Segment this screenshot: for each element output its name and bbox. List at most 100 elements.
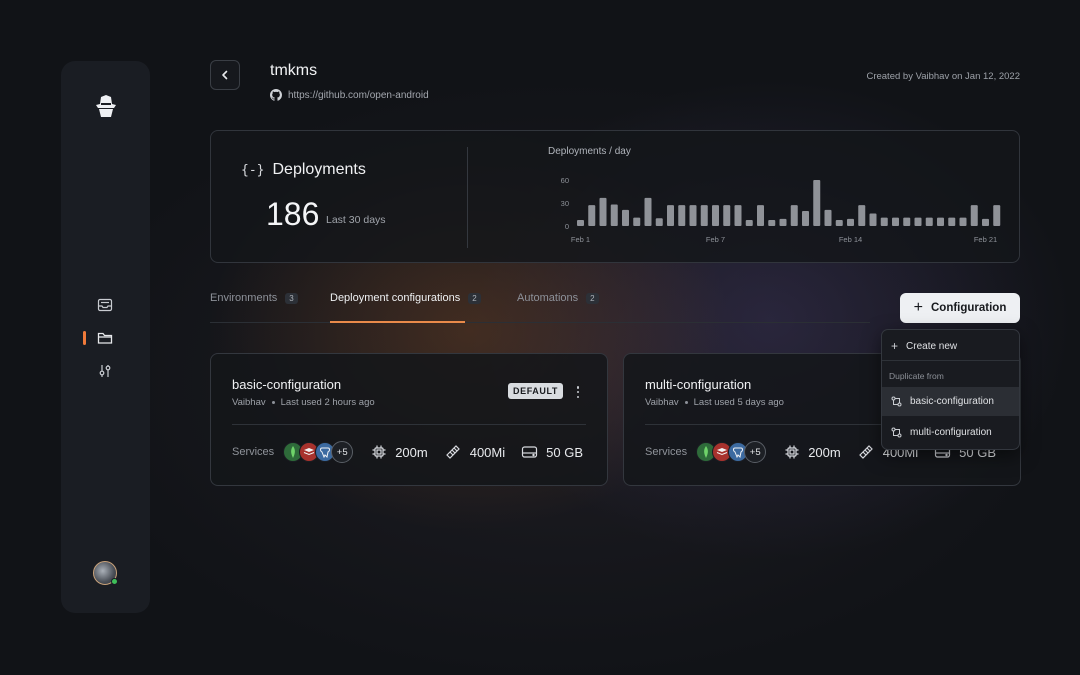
folder-icon[interactable] [95, 328, 115, 348]
github-icon [270, 89, 282, 101]
service-icons[interactable]: +5 [283, 441, 354, 463]
tab-label: Environments [210, 292, 278, 304]
cpu-resource: 200m [371, 444, 428, 460]
chart-bar [847, 218, 854, 226]
chart-bar [779, 218, 787, 226]
x-tick-label: Feb 7 [706, 235, 725, 244]
chart-bar [790, 205, 798, 226]
configuration-card[interactable]: basic-configuration Vaibhav Last used 2 … [210, 353, 608, 486]
chart-bar [993, 205, 1001, 226]
duplicate-icon [891, 427, 902, 438]
duplicate-multi-configuration-option[interactable]: multi-configuration [882, 419, 1019, 446]
chart-bar [813, 179, 821, 226]
more-options-icon[interactable] [571, 384, 585, 400]
tab-environments[interactable]: Environments 3 [210, 292, 298, 304]
chart-bar [914, 217, 922, 226]
active-nav-indicator [83, 331, 86, 345]
chart-bar [655, 218, 663, 226]
default-badge: DEFAULT [508, 383, 564, 399]
create-new-option[interactable]: + Create new [882, 336, 1019, 356]
configuration-owner: Vaibhav [232, 397, 266, 408]
tab-count-badge: 3 [285, 292, 298, 304]
configuration-name: basic-configuration [232, 377, 342, 392]
chart-bar [903, 217, 911, 226]
card-divider [232, 424, 586, 425]
chart-bar [622, 209, 629, 226]
inbox-icon[interactable] [95, 295, 115, 315]
stats-divider [467, 147, 468, 248]
storage-value: 50 GB [546, 444, 583, 460]
chart-bar [700, 205, 708, 226]
create-new-label: Create new [906, 340, 958, 352]
chart-bar [599, 197, 607, 226]
storage-resource: 50 GB [521, 444, 583, 460]
tab-automations[interactable]: Automations 2 [517, 292, 599, 304]
cpu-icon [785, 445, 799, 459]
chart-bar [678, 205, 686, 226]
configuration-last-used: Last used 2 hours ago [280, 397, 375, 408]
sliders-icon[interactable] [95, 361, 115, 381]
storage-icon [522, 446, 538, 458]
add-configuration-button[interactable]: + Configuration [900, 293, 1020, 323]
option-label: basic-configuration [910, 396, 994, 407]
more-services-count: +5 [331, 441, 354, 463]
duplicate-from-heading: Duplicate from [889, 371, 944, 381]
chart-bar [577, 220, 584, 226]
chart-title: Deployments / day [548, 146, 631, 157]
tab-deployment-configurations[interactable]: Deployment configurations 2 [330, 292, 481, 304]
service-icons[interactable]: +5 [696, 441, 767, 463]
chart-bar [689, 205, 697, 226]
duplicate-basic-configuration-option[interactable]: basic-configuration [882, 387, 1019, 416]
tab-count-badge: 2 [468, 292, 481, 304]
y-tick-label: 30 [561, 199, 569, 208]
chart-bar [734, 205, 742, 226]
memory-icon [445, 445, 460, 459]
repo-link[interactable]: https://github.com/open-android [270, 89, 429, 101]
configuration-dropdown: + Create new Duplicate from basic-config… [881, 329, 1020, 450]
y-tick-label: 0 [565, 222, 569, 231]
chart-bar [925, 217, 933, 226]
chevron-left-icon [222, 70, 228, 80]
separator-dot [684, 401, 688, 404]
chart-bar [633, 217, 641, 226]
deployments-period: Last 30 days [326, 214, 386, 226]
option-label: multi-configuration [910, 427, 992, 438]
hat-logo-icon[interactable] [93, 93, 119, 119]
cpu-icon [372, 445, 386, 459]
deployments-icon: {-} [241, 162, 265, 178]
configuration-owner: Vaibhav [645, 397, 679, 408]
plus-icon: + [891, 339, 899, 353]
chart-bar [982, 218, 989, 226]
cpu-value: 200m [808, 444, 841, 460]
avatar[interactable] [93, 561, 118, 585]
back-button[interactable] [210, 60, 240, 90]
created-info: Created by Vaibhav on Jan 12, 2022 [866, 71, 1020, 82]
page-title: tmkms [270, 62, 318, 79]
repo-url[interactable]: https://github.com/open-android [288, 90, 429, 101]
memory-icon [858, 445, 873, 459]
tab-count-badge: 2 [586, 292, 599, 304]
chart-bar [970, 205, 978, 226]
configuration-name: multi-configuration [645, 377, 752, 392]
tab-bar: Environments 3 Deployment configurations… [210, 280, 870, 323]
chart-bar [959, 217, 967, 226]
chart-bar [937, 217, 944, 226]
more-services-count: +5 [744, 441, 767, 463]
plus-icon: + [913, 299, 923, 316]
chart-bar [768, 220, 776, 226]
chart-bar [588, 205, 596, 226]
chart-bar [880, 217, 888, 226]
chart-bar [610, 204, 618, 226]
cpu-value: 200m [395, 444, 428, 460]
chart-bar [869, 213, 877, 226]
sidebar [61, 61, 150, 613]
chart-bar [948, 217, 956, 226]
chart-bar [892, 217, 899, 226]
x-tick-label: Feb 21 [974, 235, 997, 244]
chart-bar [644, 197, 652, 226]
duplicate-icon [891, 396, 902, 407]
separator-dot [271, 401, 275, 404]
chart-bar [667, 205, 674, 226]
deployments-header: {-} Deployments [241, 161, 366, 179]
add-configuration-label: Configuration [930, 302, 1007, 314]
